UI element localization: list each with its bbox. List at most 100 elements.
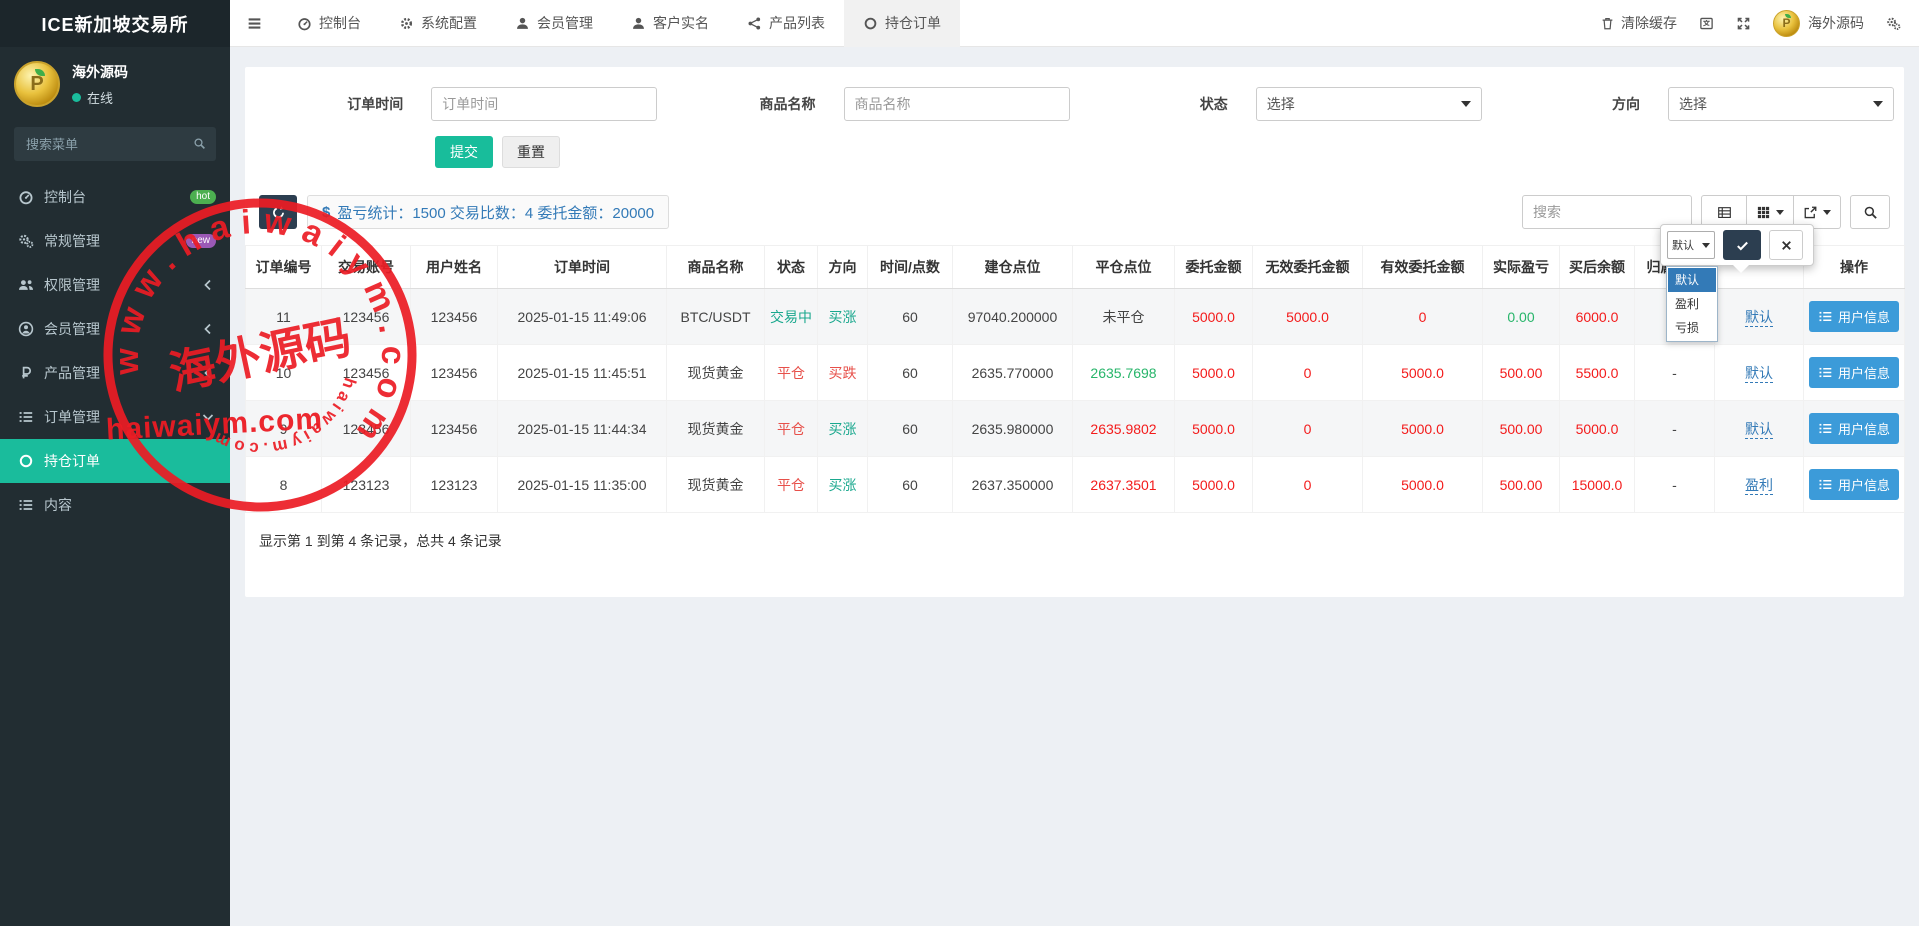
chev-down-icon (200, 409, 216, 425)
table-header-row: 订单编号交易账号用户姓名订单时间商品名称状态方向时间/点数建仓点位平仓点位委托金… (246, 246, 1905, 289)
cell-period: 60 (868, 401, 953, 457)
cell-balance: 5500.0 (1560, 345, 1635, 401)
reset-button[interactable]: 重置 (502, 136, 560, 168)
cell-action: 用户信息 (1804, 289, 1905, 345)
user-info-button[interactable]: 用户信息 (1809, 301, 1899, 332)
cell-close-price: 2635.9802 (1073, 401, 1175, 457)
leaf-icon (1785, 14, 1791, 18)
navbar-right: 清除缓存 P 海外源码 (1600, 10, 1919, 37)
cell-status: 交易中 (765, 289, 818, 345)
navbar-user-menu[interactable]: P 海外源码 (1773, 10, 1864, 37)
sidebar-item[interactable]: 内容 (0, 483, 230, 527)
cell-id: 11 (246, 289, 322, 345)
cell-direction: 买涨 (818, 289, 868, 345)
table-row: 101234561234562025-01-15 11:45:51现货黄金平仓买… (246, 345, 1905, 401)
sidebar-item[interactable]: 会员管理 (0, 307, 230, 351)
list-icon (1818, 365, 1833, 380)
clear-cache-button[interactable]: 清除缓存 (1600, 13, 1677, 33)
badge: hot (190, 190, 216, 204)
sidebar-item[interactable]: 控制台hot (0, 175, 230, 219)
cell-direction: 买涨 (818, 401, 868, 457)
top-navbar: 控制台系统配置会员管理客户实名 产品列表持仓订单 清除缓存 P 海外源码 (230, 0, 1919, 47)
pagination-summary: 显示第 1 到第 4 条记录，总共 4 条记录 (259, 531, 1904, 551)
type-link[interactable]: 默认 (1745, 309, 1773, 327)
cell-invalid-amount: 0 (1253, 457, 1363, 513)
type-link[interactable]: 盈利 (1745, 477, 1773, 495)
popup-confirm-button[interactable] (1723, 230, 1761, 260)
orders-panel: 订单时间 商品名称 状态 选择 方向 选择 提交 重置 (245, 67, 1904, 597)
search-button[interactable] (1850, 195, 1890, 229)
type-link[interactable]: 默认 (1745, 421, 1773, 439)
direction-select[interactable]: 选择 (1668, 87, 1894, 121)
cell-valid-amount: 5000.0 (1363, 401, 1483, 457)
sidebar-item-label: 常规管理 (44, 231, 100, 251)
sidebar-item[interactable]: 订单管理 (0, 395, 230, 439)
cell-action: 用户信息 (1804, 457, 1905, 513)
caret-down-icon (1823, 210, 1831, 215)
cell-amount: 5000.0 (1175, 457, 1253, 513)
cell-amount: 5000.0 (1175, 345, 1253, 401)
cell-account: 123123 (322, 457, 411, 513)
popup-option[interactable]: 默认 (1668, 268, 1716, 292)
column-header: 有效委托金额 (1363, 246, 1483, 289)
user-status: 在线 (72, 88, 128, 107)
cell-product: 现货黄金 (667, 457, 765, 513)
sidebar-item-label: 订单管理 (44, 407, 100, 427)
table-toolbar: $ 盈亏统计：1500 交易比数：4 委托金额：20000 (259, 195, 1890, 229)
filter-order-time: 订单时间 (245, 87, 657, 121)
sidebar-item[interactable]: 权限管理 (0, 263, 230, 307)
cell-time: 2025-01-15 11:45:51 (498, 345, 667, 401)
popup-select[interactable]: 默认 (1667, 231, 1715, 259)
ruble-icon (18, 365, 34, 381)
sidebar-item[interactable]: 常规管理 new (0, 219, 230, 263)
cell-close-price: 未平仓 (1073, 289, 1175, 345)
user-icon (515, 16, 530, 31)
list-icon (18, 497, 34, 513)
status-select[interactable]: 选择 (1256, 87, 1482, 121)
user-info-button[interactable]: 用户信息 (1809, 413, 1899, 444)
language-icon (1699, 16, 1714, 31)
cell-amount: 5000.0 (1175, 289, 1253, 345)
sidebar-item[interactable]: 持仓订单 (0, 439, 230, 483)
cell-time: 2025-01-15 11:49:06 (498, 289, 667, 345)
user-info-button[interactable]: 用户信息 (1809, 469, 1899, 500)
nav-item[interactable]: 产品列表 (728, 0, 844, 47)
popup-option[interactable]: 亏损 (1668, 316, 1716, 340)
fullscreen-button[interactable] (1736, 16, 1751, 31)
popup-option[interactable]: 盈利 (1668, 292, 1716, 316)
user-info-button[interactable]: 用户信息 (1809, 357, 1899, 388)
order-time-label: 订单时间 (245, 94, 431, 114)
type-link[interactable]: 默认 (1745, 365, 1773, 383)
cell-id: 8 (246, 457, 322, 513)
product-name-input[interactable] (844, 87, 1070, 121)
cell-account: 123456 (322, 345, 411, 401)
export-icon (1803, 205, 1818, 220)
order-time-input[interactable] (431, 87, 657, 121)
nav-item-label: 产品列表 (769, 13, 825, 33)
nav-item[interactable]: 客户实名 (612, 0, 728, 47)
badge: new (186, 234, 216, 248)
sidebar-item[interactable]: 产品管理 (0, 351, 230, 395)
cell-product: BTC/USDT (667, 289, 765, 345)
cell-id: 10 (246, 345, 322, 401)
sidebar-search-input[interactable] (14, 127, 216, 161)
sidebar-search (14, 127, 216, 161)
chev-left-icon (200, 365, 216, 381)
popup-cancel-button[interactable] (1769, 230, 1803, 260)
sidebar-toggle-button[interactable] (230, 0, 278, 47)
cell-open-price: 97040.200000 (953, 289, 1073, 345)
cell-type: 默认 (1715, 401, 1804, 457)
orders-table: 订单编号交易账号用户姓名订单时间商品名称状态方向时间/点数建仓点位平仓点位委托金… (245, 245, 1905, 513)
cell-valid-amount: 5000.0 (1363, 345, 1483, 401)
nav-item[interactable]: 会员管理 (496, 0, 612, 47)
submit-button[interactable]: 提交 (435, 136, 493, 168)
language-button[interactable] (1699, 16, 1714, 31)
cell-direction: 买涨 (818, 457, 868, 513)
nav-item[interactable]: 持仓订单 (844, 0, 960, 47)
column-header: 订单时间 (498, 246, 667, 289)
settings-button[interactable] (1886, 16, 1901, 31)
nav-item[interactable]: 系统配置 (380, 0, 496, 47)
refresh-button[interactable] (259, 195, 297, 229)
nav-item[interactable]: 控制台 (278, 0, 380, 47)
caret-down-icon (1776, 210, 1784, 215)
